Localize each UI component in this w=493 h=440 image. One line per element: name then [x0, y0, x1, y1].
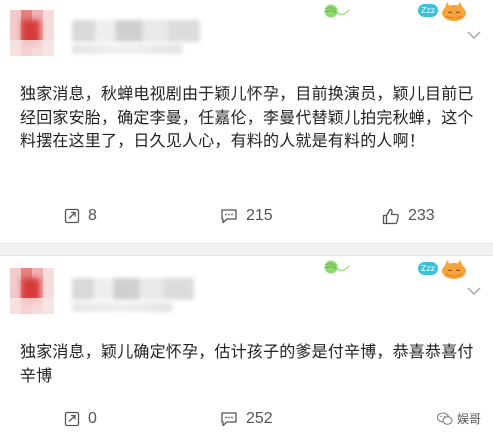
zzz-badge: Zzz	[418, 262, 438, 275]
username-blurred[interactable]	[72, 20, 200, 42]
sleeping-cat-decoration	[442, 260, 466, 279]
action-bar: 8 215 233	[0, 207, 493, 237]
avatar[interactable]	[10, 268, 54, 314]
chevron-down-icon[interactable]	[467, 286, 481, 296]
repost-button[interactable]: 8	[64, 207, 97, 225]
post-card: Zzz 独家消息，秋蝉电视剧由于颖儿怀孕，目前换演员，颖儿目前已经回家安胎，确定…	[0, 0, 493, 243]
comment-icon	[221, 412, 237, 427]
watermark: 娱哥	[436, 410, 481, 427]
comment-button[interactable]: 252	[220, 410, 273, 428]
repost-icon	[64, 411, 80, 427]
username-blurred[interactable]	[72, 278, 194, 300]
comment-icon	[221, 209, 237, 224]
repost-button[interactable]: 0	[64, 410, 97, 428]
yarn-ball-decoration	[324, 4, 350, 18]
like-button[interactable]: 233	[382, 207, 435, 225]
sleeping-cat-decoration	[442, 2, 466, 21]
thumbs-up-icon	[382, 208, 399, 224]
repost-icon	[64, 208, 80, 224]
post-text: 独家消息，秋蝉电视剧由于颖儿怀孕，目前换演员，颖儿目前已经回家安胎，确定李曼，任…	[20, 84, 474, 150]
post-text: 独家消息，颖儿确定怀孕，估计孩子的爹是付辛博，恭喜恭喜付辛博	[20, 342, 474, 385]
like-count: 233	[408, 207, 435, 224]
comment-button[interactable]: 215	[220, 207, 273, 225]
post-card: Zzz 独家消息，颖儿确定怀孕，估计孩子的爹是付辛博，恭喜恭喜付辛博 0 252	[0, 256, 493, 440]
avatar[interactable]	[10, 10, 54, 56]
comment-count: 215	[246, 207, 273, 224]
chevron-down-icon[interactable]	[467, 30, 481, 40]
timestamp-blurred	[72, 44, 182, 54]
post-divider	[0, 243, 493, 256]
repost-count: 0	[88, 410, 97, 427]
repost-count: 8	[88, 207, 97, 224]
zzz-badge: Zzz	[418, 4, 438, 17]
timestamp-blurred	[72, 302, 172, 312]
action-bar: 0 252	[0, 410, 493, 440]
wechat-icon	[436, 412, 453, 425]
yarn-ball-decoration	[324, 260, 350, 274]
watermark-label: 娱哥	[456, 412, 481, 426]
comment-count: 252	[246, 410, 273, 427]
